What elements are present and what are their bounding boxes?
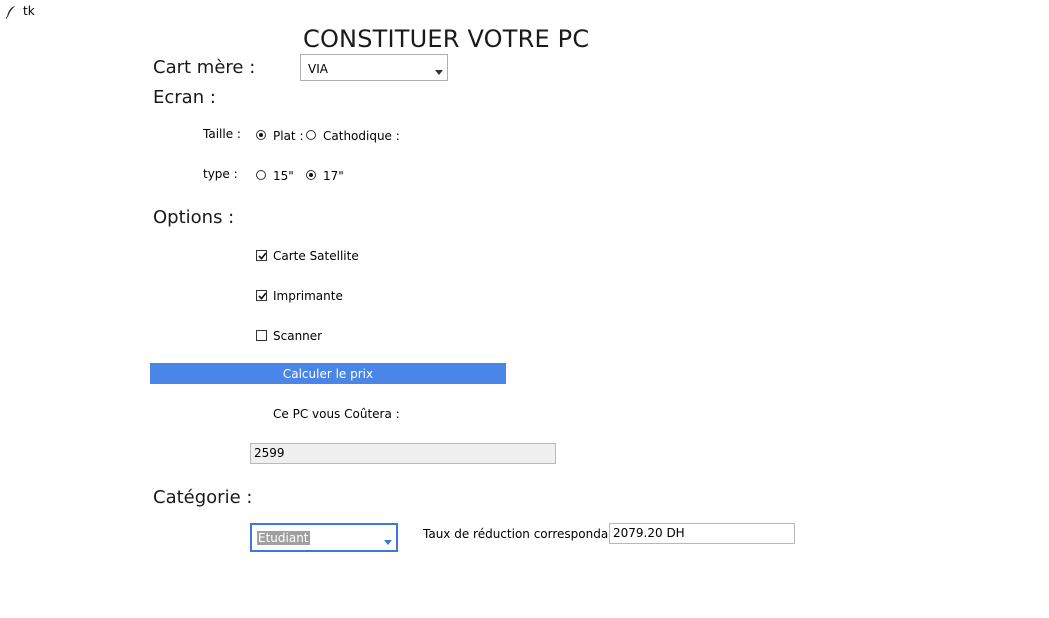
chevron-down-icon[interactable] (384, 540, 392, 545)
screen-type-label: type : (203, 167, 238, 181)
page-title: CONSTITUER VOTRE PC (303, 25, 590, 53)
radio-17-label: 17" (323, 169, 344, 183)
radio-15[interactable] (256, 170, 266, 180)
price-field[interactable]: 2599 (250, 443, 556, 464)
radio-crt-label: Cathodique : (323, 129, 400, 143)
screen-size-label: Taille : (203, 127, 241, 141)
checkbox-printer-label: Imprimante (273, 289, 343, 303)
discount-label: Taux de réduction correspondant : (423, 527, 629, 541)
window-title: tk (23, 4, 35, 18)
checkbox-printer[interactable] (256, 290, 267, 301)
screen-label: Ecran : (153, 87, 216, 108)
checkbox-scanner[interactable] (256, 330, 267, 341)
check-icon (258, 292, 267, 300)
motherboard-value: VIA (308, 62, 328, 76)
price-label: Ce PC vous Coûtera : (273, 407, 400, 421)
radio-crt[interactable] (306, 130, 316, 140)
category-label: Catégorie : (153, 487, 253, 508)
discount-field[interactable]: 2079.20 DH (609, 523, 795, 544)
checkbox-satellite-label: Carte Satellite (273, 249, 359, 263)
checkbox-satellite[interactable] (256, 250, 267, 261)
feather-icon (5, 4, 17, 19)
chevron-down-icon[interactable] (435, 70, 443, 75)
category-combobox[interactable]: Etudiant (250, 523, 398, 552)
options-label: Options : (153, 207, 235, 228)
radio-17[interactable] (306, 170, 316, 180)
category-value: Etudiant (257, 531, 310, 545)
motherboard-combobox[interactable]: VIA (300, 54, 448, 81)
motherboard-label: Cart mère : (153, 57, 256, 78)
radio-15-label: 15" (273, 169, 294, 183)
radio-flat-label: Plat : (273, 129, 304, 143)
radio-flat[interactable] (256, 130, 266, 140)
check-icon (258, 252, 267, 260)
checkbox-scanner-label: Scanner (273, 329, 323, 343)
calculate-price-button[interactable]: Calculer le prix (150, 363, 506, 384)
